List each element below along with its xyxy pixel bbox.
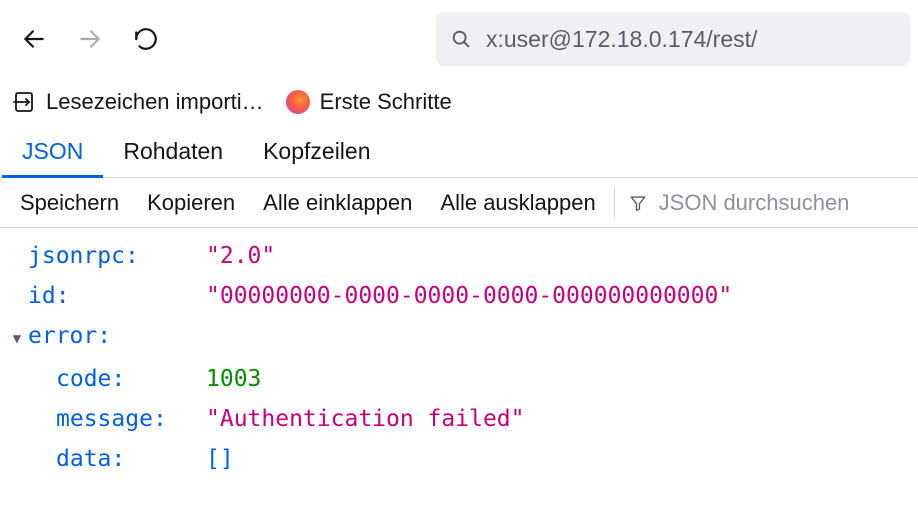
firefox-icon [286, 90, 310, 114]
bookmark-label: Lesezeichen importi… [46, 89, 264, 115]
json-key: error [28, 323, 97, 349]
import-icon [12, 90, 36, 114]
json-row-data[interactable]: data: [] [6, 439, 918, 479]
filter-icon [629, 193, 647, 213]
back-button[interactable] [8, 13, 60, 65]
bookmarks-bar: Lesezeichen importi… Erste Schritte [0, 78, 918, 126]
json-value: "Authentication failed" [206, 399, 525, 439]
json-search-box[interactable] [619, 189, 912, 217]
json-viewer: jsonrpc: "2.0" id: "00000000-0000-0000-0… [0, 228, 918, 479]
collapse-all-button[interactable]: Alle einklappen [249, 182, 426, 224]
json-search-input[interactable] [657, 189, 902, 217]
bookmark-first-steps[interactable]: Erste Schritte [286, 89, 452, 115]
json-value: 1003 [206, 359, 261, 399]
arrow-right-icon [77, 26, 103, 52]
json-key: id [28, 283, 56, 309]
browser-nav-bar: x:user@172.18.0.174/rest/ [0, 0, 918, 78]
viewer-tabs: JSON Rohdaten Kopfzeilen [0, 126, 918, 178]
json-row-jsonrpc[interactable]: jsonrpc: "2.0" [6, 236, 918, 276]
arrow-left-icon [21, 26, 47, 52]
json-row-error[interactable]: ▼ error: [6, 316, 918, 359]
json-row-code[interactable]: code: 1003 [6, 359, 918, 399]
viewer-toolbar: Speichern Kopieren Alle einklappen Alle … [0, 178, 918, 228]
save-button[interactable]: Speichern [6, 182, 133, 224]
json-row-message[interactable]: message: "Authentication failed" [6, 399, 918, 439]
tab-raw[interactable]: Rohdaten [103, 126, 243, 178]
json-key: code [56, 366, 111, 392]
search-icon [450, 28, 472, 50]
url-text: x:user@172.18.0.174/rest/ [486, 26, 757, 53]
tab-headers[interactable]: Kopfzeilen [243, 126, 390, 178]
json-key: data [56, 446, 111, 472]
json-row-id[interactable]: id: "00000000-0000-0000-0000-00000000000… [6, 276, 918, 316]
json-key: jsonrpc [28, 243, 125, 269]
chevron-down-icon[interactable]: ▼ [6, 319, 28, 359]
json-value: "00000000-0000-0000-0000-000000000000" [206, 276, 732, 316]
forward-button[interactable] [64, 13, 116, 65]
json-value: "2.0" [206, 236, 275, 276]
toolbar-separator [614, 187, 615, 219]
json-value: [] [206, 439, 234, 479]
bookmark-label: Erste Schritte [320, 89, 452, 115]
url-bar[interactable]: x:user@172.18.0.174/rest/ [436, 12, 910, 66]
tab-json[interactable]: JSON [2, 126, 103, 178]
json-key: message [56, 406, 153, 432]
expand-all-button[interactable]: Alle ausklappen [426, 182, 609, 224]
bookmark-import[interactable]: Lesezeichen importi… [12, 89, 264, 115]
copy-button[interactable]: Kopieren [133, 182, 249, 224]
reload-button[interactable] [120, 13, 172, 65]
